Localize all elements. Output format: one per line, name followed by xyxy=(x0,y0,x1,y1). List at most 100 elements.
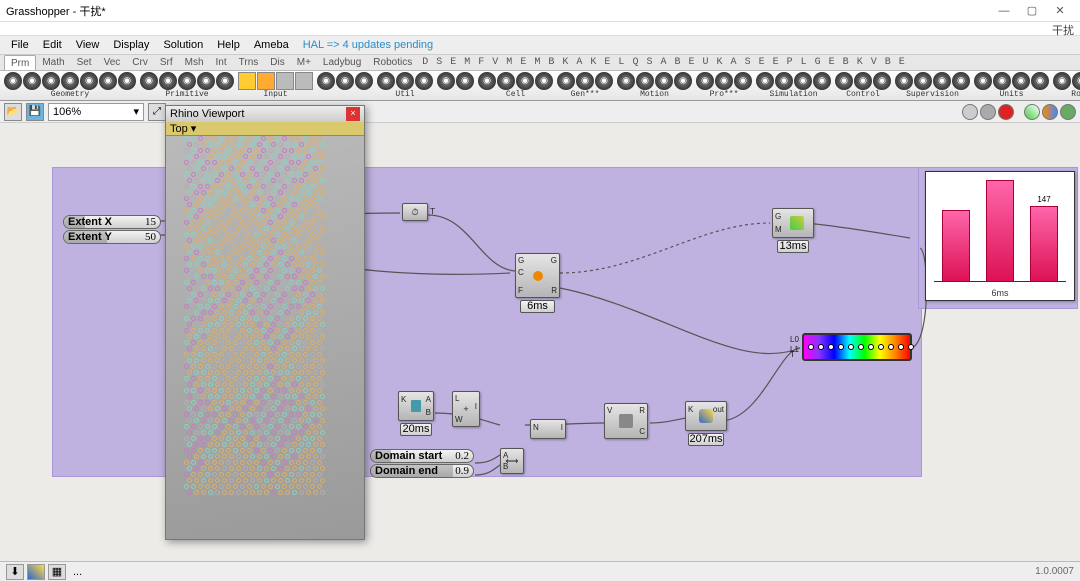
zoom-dropdown[interactable]: 106%▾ xyxy=(48,103,144,121)
tab-letter[interactable]: E xyxy=(895,55,909,71)
node-remap[interactable]: L W I + xyxy=(452,391,480,427)
gradient-grip[interactable] xyxy=(838,344,844,350)
tab-letter[interactable]: F xyxy=(474,55,488,71)
component-button[interactable]: ◉ xyxy=(715,72,733,90)
menu-file[interactable]: File xyxy=(4,39,36,51)
gradient-grip[interactable] xyxy=(888,344,894,350)
component-button[interactable]: ◉ xyxy=(1053,72,1071,90)
tab-letter[interactable]: K xyxy=(558,55,572,71)
component-button[interactable]: ◉ xyxy=(118,72,136,90)
preview-off-icon[interactable] xyxy=(998,104,1014,120)
tab-letter[interactable]: A xyxy=(656,55,670,71)
component-button[interactable]: ◉ xyxy=(1031,72,1049,90)
tab-m+[interactable]: M+ xyxy=(291,55,317,71)
node-timer-input[interactable]: ⏱T xyxy=(402,203,428,221)
tab-letter[interactable]: E xyxy=(769,55,783,71)
gradient-grip[interactable] xyxy=(868,344,874,350)
menu-edit[interactable]: Edit xyxy=(36,39,69,51)
component-button[interactable]: ◉ xyxy=(674,72,692,90)
component-button[interactable]: ◉ xyxy=(756,72,774,90)
component-button[interactable]: ◉ xyxy=(595,72,613,90)
tab-letter[interactable]: Q xyxy=(628,55,642,71)
tab-letter[interactable]: B xyxy=(670,55,684,71)
menu-ameba[interactable]: Ameba xyxy=(247,39,296,51)
gradient-grip[interactable] xyxy=(858,344,864,350)
menu-solution[interactable]: Solution xyxy=(156,39,210,51)
viewport-content[interactable] xyxy=(184,136,346,521)
tab-letter[interactable]: S xyxy=(741,55,755,71)
open-file-button[interactable]: 📂 xyxy=(4,103,22,121)
component-button[interactable]: ◉ xyxy=(952,72,970,90)
component-button[interactable]: ◉ xyxy=(794,72,812,90)
node-bounds[interactable]: K A B xyxy=(398,391,434,421)
python-sticky-icon[interactable] xyxy=(27,564,45,580)
component-button[interactable]: ◉ xyxy=(933,72,951,90)
tab-letter[interactable]: E xyxy=(600,55,614,71)
close-button[interactable]: ✕ xyxy=(1046,2,1074,20)
component-button[interactable]: ◉ xyxy=(197,72,215,90)
component-button[interactable]: ◉ xyxy=(4,72,22,90)
slider-domain-end[interactable]: Domain end0.9 xyxy=(370,464,474,478)
component-button[interactable]: ◉ xyxy=(415,72,433,90)
node-graph-mapper[interactable]: V R C xyxy=(604,403,648,439)
component-button[interactable]: ◉ xyxy=(61,72,79,90)
component-icon[interactable]: ▦ xyxy=(48,564,66,580)
tab-int[interactable]: Int xyxy=(210,55,233,71)
component-button[interactable]: ◉ xyxy=(437,72,455,90)
tab-srf[interactable]: Srf xyxy=(154,55,179,71)
tab-letter[interactable]: B xyxy=(839,55,853,71)
gradient-grip[interactable] xyxy=(908,344,914,350)
component-button[interactable]: ◉ xyxy=(873,72,891,90)
tab-letter[interactable]: V xyxy=(867,55,881,71)
component-button[interactable]: ◉ xyxy=(895,72,913,90)
viewport-close-button[interactable]: × xyxy=(346,107,360,121)
tab-robotics[interactable]: Robotics xyxy=(367,55,418,71)
component-button[interactable] xyxy=(238,72,256,90)
slider-extent-x[interactable]: Extent X15 xyxy=(63,215,161,229)
maximize-button[interactable]: ▢ xyxy=(1018,2,1046,20)
shaded-display-icon[interactable] xyxy=(980,104,996,120)
rhino-viewport-panel[interactable]: Rhino Viewport × Top ▾ xyxy=(165,105,365,540)
tab-vec[interactable]: Vec xyxy=(98,55,127,71)
tab-trns[interactable]: Trns xyxy=(233,55,265,71)
component-button[interactable]: ◉ xyxy=(974,72,992,90)
menu-help[interactable]: Help xyxy=(210,39,247,51)
tab-letter[interactable]: K xyxy=(713,55,727,71)
tab-letter[interactable]: K xyxy=(853,55,867,71)
tab-letter[interactable]: L xyxy=(797,55,811,71)
recompute-icon[interactable] xyxy=(1060,104,1076,120)
component-button[interactable]: ◉ xyxy=(42,72,60,90)
tab-letter[interactable]: L xyxy=(614,55,628,71)
component-button[interactable]: ◉ xyxy=(336,72,354,90)
component-button[interactable]: ◉ xyxy=(377,72,395,90)
tab-letter[interactable]: V xyxy=(488,55,502,71)
tab-letter[interactable]: E xyxy=(446,55,460,71)
component-button[interactable] xyxy=(295,72,313,90)
component-button[interactable]: ◉ xyxy=(854,72,872,90)
gradient-grip[interactable] xyxy=(808,344,814,350)
menu-display[interactable]: Display xyxy=(106,39,156,51)
component-button[interactable]: ◉ xyxy=(813,72,831,90)
wireframe-display-icon[interactable] xyxy=(962,104,978,120)
component-button[interactable]: ◉ xyxy=(355,72,373,90)
component-button[interactable]: ◉ xyxy=(775,72,793,90)
viewport-view-dropdown[interactable]: Top ▾ xyxy=(166,122,364,136)
minimize-button[interactable]: — xyxy=(990,2,1018,20)
tab-msh[interactable]: Msh xyxy=(179,55,210,71)
component-button[interactable]: ◉ xyxy=(636,72,654,90)
tab-letter[interactable]: K xyxy=(586,55,600,71)
tab-letter[interactable]: A xyxy=(727,55,741,71)
component-button[interactable] xyxy=(276,72,294,90)
preview-mesh-icon[interactable] xyxy=(1042,104,1058,120)
tab-letter[interactable]: U xyxy=(699,55,713,71)
gradient-grip[interactable] xyxy=(818,344,824,350)
component-button[interactable]: ◉ xyxy=(497,72,515,90)
component-button[interactable]: ◉ xyxy=(914,72,932,90)
slider-domain-start[interactable]: Domain start0.2 xyxy=(370,449,474,463)
component-button[interactable]: ◉ xyxy=(159,72,177,90)
tab-set[interactable]: Set xyxy=(71,55,98,71)
tab-letter[interactable]: E xyxy=(755,55,769,71)
component-button[interactable]: ◉ xyxy=(734,72,752,90)
component-button[interactable]: ◉ xyxy=(99,72,117,90)
tab-letter[interactable]: A xyxy=(572,55,586,71)
